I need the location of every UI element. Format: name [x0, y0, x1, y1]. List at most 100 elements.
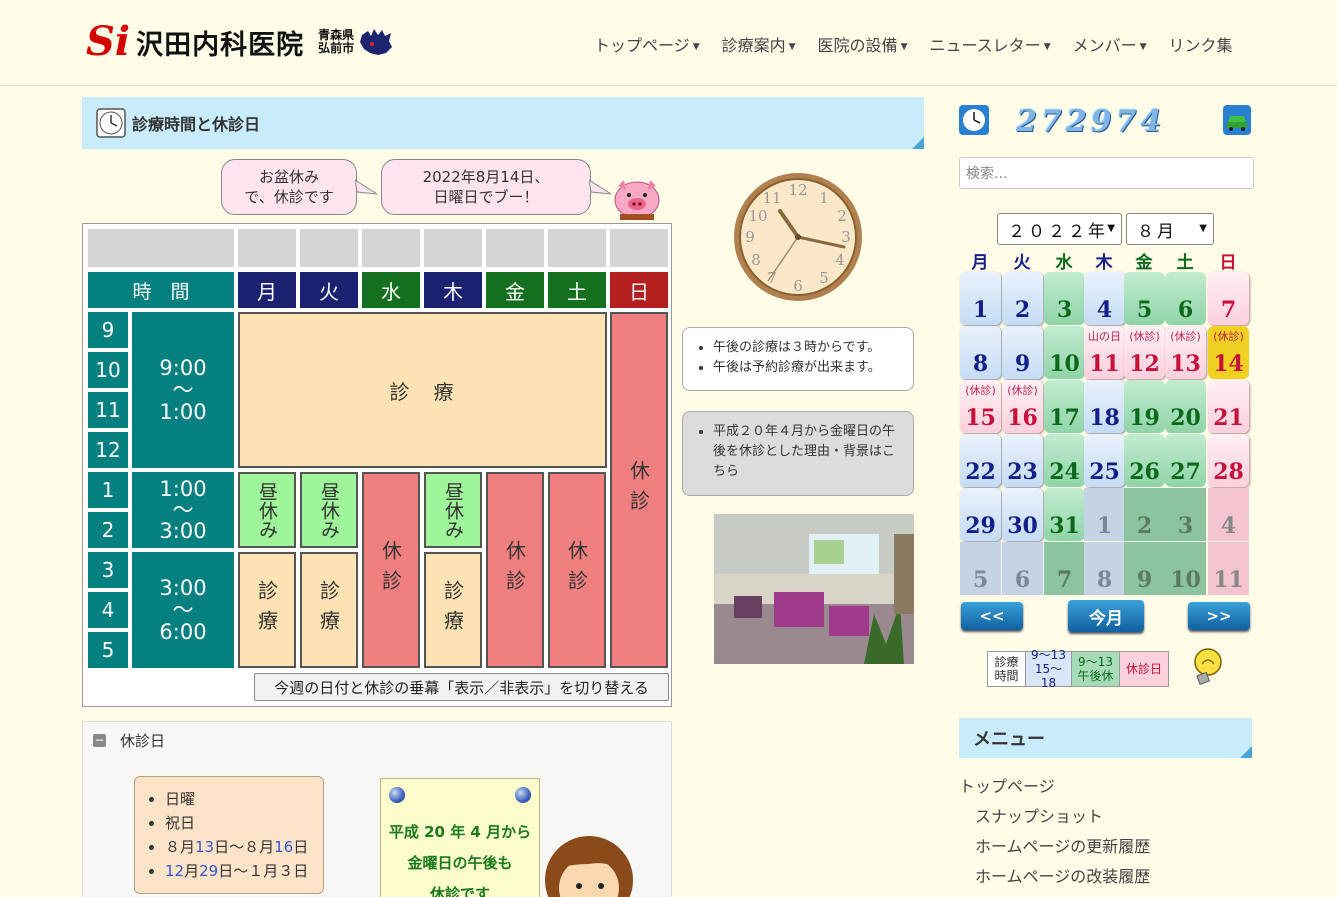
calendar-day[interactable]: 6: [1165, 272, 1206, 325]
calendar-day[interactable]: 1: [960, 272, 1001, 325]
bubble-line: 日曜日でブー！: [433, 188, 539, 206]
calendar-day[interactable]: (休診) 16: [1002, 380, 1043, 433]
calendar-day[interactable]: 23: [1002, 434, 1043, 487]
chevron-down-icon: ▼: [1107, 223, 1115, 234]
calendar-day[interactable]: 27: [1165, 434, 1206, 487]
day-number: 13: [1170, 351, 1201, 377]
notice-line: 金曜日の午後も: [407, 854, 513, 872]
calendar-day[interactable]: 8: [960, 326, 1001, 379]
calendar-day[interactable]: 26: [1124, 434, 1165, 487]
calendar-day[interactable]: 24: [1044, 434, 1085, 487]
calendar-day[interactable]: 29: [960, 488, 1001, 541]
closed-days-toggle[interactable]: − 休診日: [93, 730, 165, 751]
menu-item-snapshot[interactable]: スナップショット: [975, 803, 1103, 827]
hour-cell: 1: [88, 472, 128, 508]
menu-item-top[interactable]: トップページ: [959, 773, 1055, 797]
calendar-day[interactable]: (休診) 12: [1124, 326, 1165, 379]
menu-item-renovation-history[interactable]: ホームページの改装履歴: [975, 863, 1150, 887]
calendar-day[interactable]: 9: [1124, 542, 1165, 595]
text: 9〜13: [1078, 655, 1113, 669]
current-month-button[interactable]: 今月: [1068, 600, 1144, 632]
logo-name: 沢田内科医院: [136, 29, 305, 61]
calendar-day[interactable]: (休診) 14: [1208, 326, 1249, 379]
next-month-button[interactable]: >>: [1188, 602, 1250, 630]
nav-item[interactable]: 診療案内 ▼: [722, 32, 796, 56]
calendar-day[interactable]: 2: [1002, 272, 1043, 325]
calendar-day[interactable]: 山の日 11: [1084, 326, 1125, 379]
text: 9〜13: [1031, 648, 1066, 662]
hour-cell: 4: [88, 592, 128, 628]
calendar-day[interactable]: 18: [1084, 380, 1125, 433]
nav-item[interactable]: トップページ ▼: [594, 32, 700, 56]
day-number: 22: [965, 459, 996, 485]
calendar-day[interactable]: 20: [1165, 380, 1206, 433]
calendar-day[interactable]: 4: [1084, 272, 1125, 325]
nav-label: 診療案内: [721, 36, 786, 55]
calendar-day[interactable]: 5: [960, 542, 1001, 595]
calendar-day[interactable]: 31: [1044, 488, 1085, 541]
calendar-day[interactable]: 22: [960, 434, 1001, 487]
calendar-day[interactable]: 6: [1002, 542, 1043, 595]
calendar-day[interactable]: 28: [1208, 434, 1249, 487]
calendar-day[interactable]: 1: [1084, 488, 1125, 541]
toggle-banner-button[interactable]: 今週の日付と休診の垂幕「表示／非表示」を切り替える: [254, 673, 669, 701]
calendar-day[interactable]: 30: [1002, 488, 1043, 541]
calendar-day[interactable]: 9: [1002, 326, 1043, 379]
note-link[interactable]: 平成２０年４月から金曜日の午後を休診とした理由・背景はこちら: [713, 422, 905, 482]
calendar-day[interactable]: 8: [1084, 542, 1125, 595]
year-select[interactable]: ２０２２年 ▼: [997, 213, 1122, 245]
text: 日～１月３日: [218, 862, 309, 880]
nav-item[interactable]: 医院の設備 ▼: [818, 32, 908, 56]
calendar-day[interactable]: 21: [1208, 380, 1249, 433]
day-number: 19: [1129, 405, 1160, 431]
friday-reason-note[interactable]: 平成２０年４月から金曜日の午後を休診とした理由・背景はこちら: [682, 411, 914, 496]
calendar-day[interactable]: (休診) 13: [1165, 326, 1206, 379]
calendar-day[interactable]: 3: [1044, 272, 1085, 325]
text: 診療: [994, 655, 1019, 669]
caret-down-icon: ▼: [692, 41, 700, 52]
search-input[interactable]: 検索...: [959, 157, 1254, 189]
calendar-day[interactable]: 3: [1165, 488, 1206, 541]
nav-item[interactable]: リンク集: [1169, 32, 1233, 56]
calendar-day[interactable]: 7: [1044, 542, 1085, 595]
day-number: 2: [1136, 513, 1153, 539]
calendar-day[interactable]: 7: [1208, 272, 1249, 325]
menu-title: メニュー: [959, 718, 1252, 758]
collapse-icon[interactable]: −: [93, 734, 106, 747]
calendar-day[interactable]: 17: [1044, 380, 1085, 433]
text: 月: [184, 862, 200, 880]
svg-text:6: 6: [793, 277, 803, 295]
site-logo[interactable]: Si 沢田内科医院 青森県 弘前市: [86, 22, 394, 62]
svg-text:12: 12: [788, 181, 807, 199]
calendar-weekday: 月: [971, 253, 989, 273]
month-select[interactable]: ８月 ▼: [1126, 213, 1214, 245]
blank-header: [88, 229, 234, 267]
caret-down-icon: ▼: [1043, 41, 1051, 52]
hour-cell: 11: [88, 392, 128, 428]
day-number: 30: [1007, 513, 1038, 539]
note-item: 午後の診療は３時からです。: [713, 338, 905, 358]
calendar-day[interactable]: (休診) 15: [960, 380, 1001, 433]
text: 休診日: [1125, 662, 1162, 676]
calendar-day[interactable]: 19: [1124, 380, 1165, 433]
slot-tilde: 〜: [172, 378, 194, 402]
hour-cell: 3: [88, 552, 128, 588]
calendar-day[interactable]: 10: [1044, 326, 1085, 379]
closed-days-list: 日曜 祝日 ８月13日～８月16日 12月29日～１月３日: [134, 776, 324, 894]
nav-item[interactable]: ニュースレター ▼: [929, 32, 1050, 56]
calendar-day[interactable]: 2: [1124, 488, 1165, 541]
friday-closed: 休診: [486, 472, 544, 668]
calendar-day[interactable]: 5: [1124, 272, 1165, 325]
menu-item-update-history[interactable]: ホームページの更新履歴: [975, 833, 1150, 857]
calendar-day[interactable]: 11: [1208, 542, 1249, 595]
calendar-day[interactable]: 25: [1084, 434, 1125, 487]
nav-item[interactable]: メンバー ▼: [1073, 32, 1147, 56]
prev-month-button[interactable]: <<: [961, 602, 1023, 630]
section-title: 診療時間と休診日: [132, 115, 261, 134]
calendar-day[interactable]: 4: [1208, 488, 1249, 541]
notice-line: 平成 20 年 4 月から: [388, 823, 532, 841]
calendar-day[interactable]: 10: [1165, 542, 1206, 595]
slot-end: 3:00: [159, 518, 207, 543]
day-number: 3: [1056, 297, 1073, 323]
date-cell: [362, 229, 420, 267]
